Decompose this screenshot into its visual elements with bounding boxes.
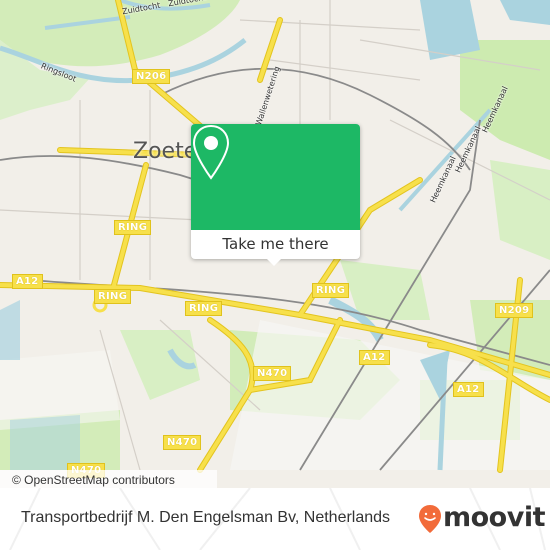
road-label-a12: A12	[12, 274, 43, 289]
place-title: Transportbedrijf M. Den Engelsman Bv, Ne…	[21, 509, 391, 526]
footer-bar: Transportbedrijf M. Den Engelsman Bv, Ne…	[0, 488, 550, 550]
road-label-n470: N470	[163, 435, 202, 450]
road-label-ring: RING	[114, 220, 152, 235]
map-attribution[interactable]: © OpenStreetMap contributors	[0, 470, 217, 488]
popup-header	[191, 124, 360, 230]
location-popup: Take me there	[191, 124, 360, 266]
moovit-smiley-pin-icon	[419, 505, 441, 533]
moovit-wordmark: moovit	[443, 502, 546, 533]
map-view[interactable]: Zoete N206 RING RING RING RING A12 A12 A…	[0, 0, 550, 488]
road-label-a12: A12	[453, 382, 484, 397]
popup-pointer	[266, 258, 282, 266]
road-label-ring: RING	[312, 283, 350, 298]
map-pin-icon	[192, 124, 230, 180]
road-label-n209: N209	[495, 303, 534, 318]
road-label-n470: N470	[253, 366, 292, 381]
road-label-n206: N206	[132, 69, 171, 84]
road-label-ring: RING	[185, 301, 223, 316]
road-label-ring: RING	[94, 289, 132, 304]
road-label-a12: A12	[359, 350, 390, 365]
city-label: Zoete	[133, 139, 198, 164]
take-me-there-button[interactable]: Take me there	[191, 230, 360, 259]
